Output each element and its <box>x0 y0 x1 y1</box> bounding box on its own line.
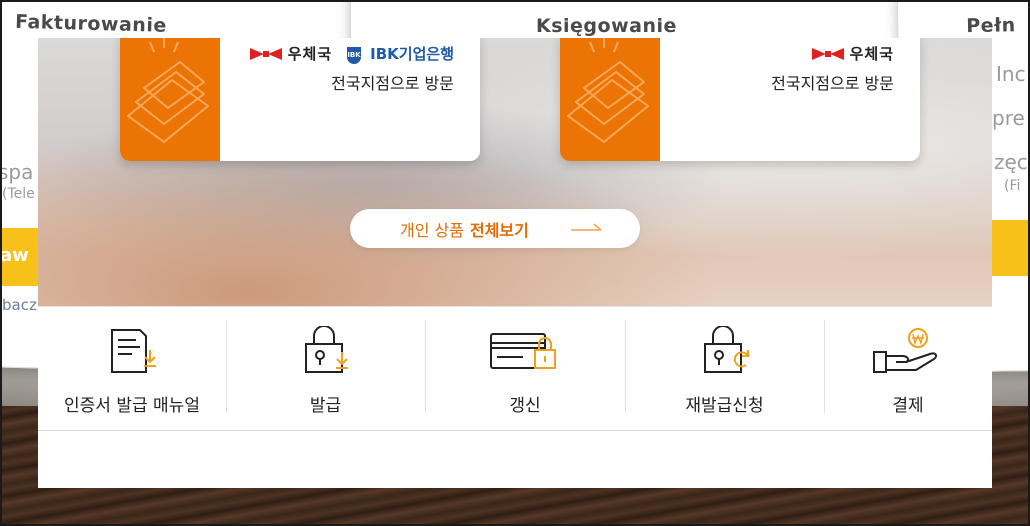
lock-download-icon <box>304 326 348 373</box>
background-fragment: Inc <box>996 62 1026 86</box>
lock-refresh-icon <box>703 326 749 373</box>
menu-label: 인증서 발급 매뉴얼 <box>64 396 200 416</box>
background-title-left: Fakturowanie <box>14 10 168 37</box>
card-accent-stripe <box>120 38 220 161</box>
background-fragment: aw <box>0 245 29 266</box>
korea-post-brand-text: 우체국 <box>287 45 333 63</box>
korea-post-brand-text: 우체국 <box>849 45 894 63</box>
arrow-right-icon <box>571 223 602 231</box>
menu-label: 발급 <box>309 396 342 416</box>
background-fragment: bacz <box>2 296 37 314</box>
ibk-brand-text: IBK기업은행 <box>370 45 454 63</box>
menu-label: 재발급신청 <box>685 396 764 416</box>
card-illustration-icon <box>567 38 649 143</box>
menu-item-renewal[interactable]: 갱신 <box>425 307 625 430</box>
background-fragment: (Fi <box>1004 178 1021 194</box>
hero-banner: 우체국 IBK IBK기업은행 전국지점으로 방문 우체국 전국지점으로 방문 … <box>38 38 992 306</box>
menu-item-issuance-manual[interactable]: 인증서 발급 매뉴얼 <box>38 307 226 430</box>
menu-item-reissue-request[interactable]: 재발급신청 <box>625 307 824 430</box>
card-illustration-icon <box>127 38 209 143</box>
background-fragment: (Tele <box>2 186 35 202</box>
view-all-strong: 전체보기 <box>469 220 529 240</box>
view-all-personal-products-button[interactable]: 개인 상품 전체보기 <box>350 209 640 248</box>
svg-text:IBK: IBK <box>347 51 361 59</box>
certificate-menu: 인증서 발급 매뉴얼 발급 갱신 재발급신청 결제 <box>38 306 992 431</box>
card-brand-logos: 우체국 IBK IBK기업은행 <box>249 43 454 64</box>
card-visit-text: 전국지점으로 방문 <box>331 74 454 93</box>
menu-label: 갱신 <box>509 396 541 416</box>
certificate-panel: 우체국 IBK IBK기업은행 전국지점으로 방문 우체국 전국지점으로 방문 … <box>38 38 992 488</box>
background-fragment: zęc <box>994 150 1028 174</box>
background-yellow-button-right <box>992 220 1030 276</box>
background-fragment: pre <box>992 106 1025 130</box>
menu-label: 결제 <box>892 396 924 416</box>
menu-item-payment[interactable]: 결제 <box>824 307 992 430</box>
korea-post-logo-icon <box>811 47 844 60</box>
ibk-logo-icon: IBK <box>347 46 361 64</box>
document-download-icon <box>111 329 156 373</box>
view-all-prefix: 개인 상품 <box>400 220 464 240</box>
korea-post-logo-icon <box>249 47 282 60</box>
background-title-right: Pełn <box>966 14 1016 38</box>
hand-won-coin-icon <box>873 328 938 373</box>
background-title-middle: Księgowanie <box>536 15 677 37</box>
menu-item-issue[interactable]: 발급 <box>226 307 425 430</box>
card-visit-text: 전국지점으로 방문 <box>771 74 894 93</box>
card-lock-icon <box>490 333 556 369</box>
card-accent-stripe <box>560 38 660 161</box>
card-brand-logos: 우체국 <box>811 43 894 64</box>
channel-card-post-ibk[interactable]: 우체국 IBK IBK기업은행 전국지점으로 방문 <box>120 38 480 161</box>
channel-card-post[interactable]: 우체국 전국지점으로 방문 <box>560 38 920 161</box>
background-fragment: spa <box>0 160 34 184</box>
